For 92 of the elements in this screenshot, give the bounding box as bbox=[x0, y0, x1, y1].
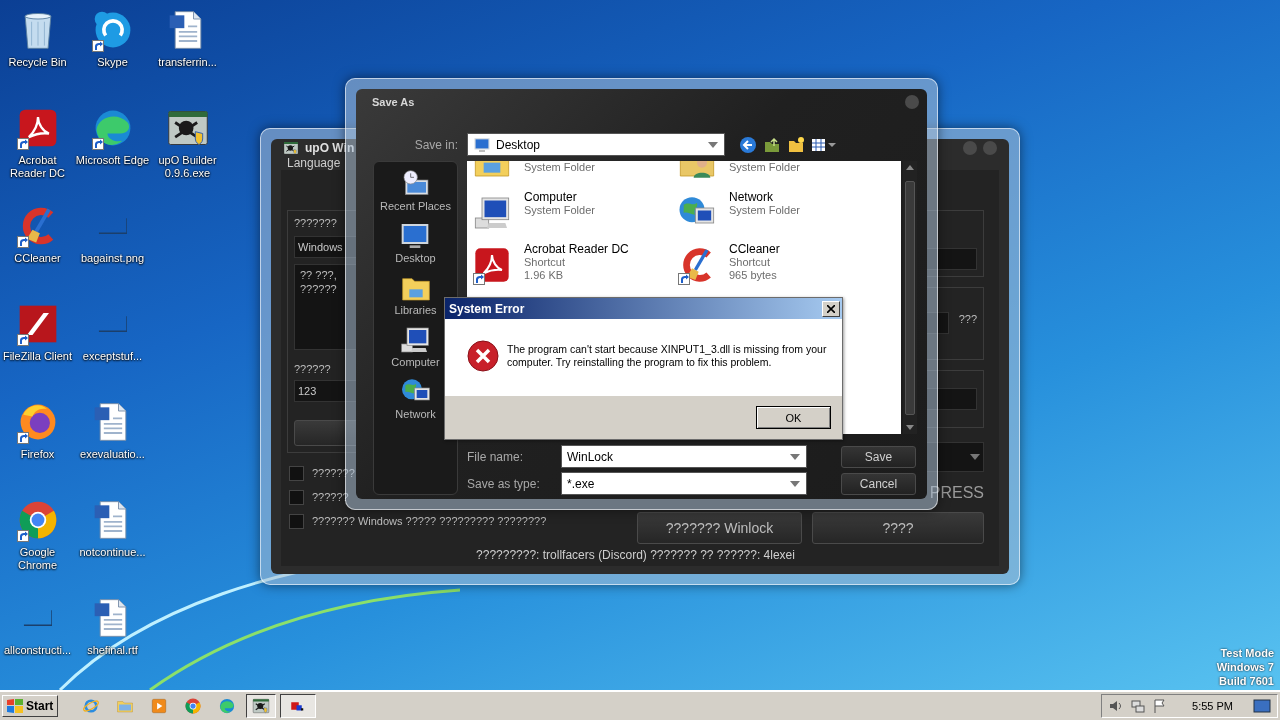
media-player-icon bbox=[150, 697, 169, 715]
error-icon bbox=[467, 339, 499, 372]
file-detail: System Folder bbox=[729, 204, 800, 217]
dialog-title: Save As bbox=[372, 96, 416, 108]
save-button[interactable]: Save bbox=[841, 445, 916, 468]
file-name-field[interactable]: WinLock bbox=[561, 445, 807, 468]
desktop-icon-label[interactable]: exceptstuf... bbox=[82, 350, 143, 363]
location-dropdown[interactable]: Desktop bbox=[467, 133, 725, 156]
place-item[interactable]: Computer bbox=[391, 356, 440, 368]
file-name[interactable]: CCleaner bbox=[729, 243, 780, 256]
view-menu-icon[interactable] bbox=[811, 136, 837, 153]
checkbox[interactable] bbox=[289, 513, 304, 529]
file-type-dropdown[interactable]: *.exe bbox=[561, 472, 807, 495]
desktop-icon-label[interactable]: upO Builder 0.9.6.exe bbox=[158, 154, 217, 180]
file-name[interactable]: Network bbox=[729, 191, 800, 204]
builder-button[interactable]: ???? bbox=[812, 512, 984, 544]
checkbox[interactable] bbox=[289, 489, 304, 505]
desktop-icon-label[interactable]: Acrobat Reader DC bbox=[10, 154, 65, 180]
menu-item[interactable]: Language bbox=[287, 156, 341, 170]
file-detail: 965 bytes bbox=[729, 269, 778, 282]
place-item[interactable]: Network bbox=[395, 408, 436, 420]
desktop-icon-label[interactable]: Recycle Bin bbox=[8, 56, 67, 69]
field-label: ??? bbox=[958, 312, 977, 326]
desktop-icon-label[interactable]: FileZilla Client bbox=[2, 350, 73, 363]
scrollbar[interactable] bbox=[903, 161, 917, 434]
cancel-button[interactable]: Cancel bbox=[841, 472, 916, 495]
dialog-title: System Error bbox=[449, 301, 526, 316]
desktop-icon-label[interactable]: allconstructi... bbox=[3, 644, 72, 657]
computer-icon bbox=[399, 324, 432, 356]
edition-notice: Test Mode bbox=[1220, 646, 1274, 660]
desktop-icon-label[interactable]: Skype bbox=[97, 56, 128, 69]
file-detail: Shortcut bbox=[524, 256, 566, 269]
browser-icon bbox=[82, 697, 101, 715]
desktop-icon-label[interactable]: bagainst.png bbox=[81, 252, 144, 265]
skull-icon bbox=[252, 697, 271, 715]
show-desktop-icon bbox=[1253, 699, 1271, 713]
desktop-icon-label[interactable]: transferrin... bbox=[158, 56, 217, 69]
monitor-icon bbox=[473, 135, 491, 154]
folder-up-icon[interactable] bbox=[763, 135, 781, 154]
window-button[interactable] bbox=[905, 95, 919, 109]
new-folder-icon[interactable] bbox=[787, 135, 805, 154]
file-detail: System Folder bbox=[524, 204, 595, 217]
browser-icon bbox=[184, 697, 203, 715]
file-name[interactable]: Computer bbox=[524, 191, 595, 204]
window-button[interactable] bbox=[963, 140, 977, 155]
message-line: ?????? bbox=[300, 282, 337, 296]
start-button[interactable]: Start bbox=[2, 695, 59, 717]
file-detail: Shortcut bbox=[729, 256, 771, 269]
desktop-icon-label[interactable]: exevaluatio... bbox=[80, 448, 145, 461]
network-icon bbox=[1130, 698, 1147, 714]
back-icon[interactable] bbox=[739, 135, 757, 154]
checkbox[interactable] bbox=[289, 465, 304, 481]
desktop-icon-label[interactable]: Microsoft Edge bbox=[75, 154, 150, 167]
windows-flag-icon bbox=[7, 699, 23, 713]
desktop-icon-label[interactable]: CCleaner bbox=[14, 252, 61, 265]
field-label: ??????? bbox=[294, 216, 337, 230]
caret-icon bbox=[790, 453, 800, 460]
builder-button[interactable]: ??????? Winlock bbox=[637, 512, 802, 544]
ok-button[interactable]: OK bbox=[756, 406, 831, 429]
taskbar-button[interactable] bbox=[280, 694, 317, 718]
place-item[interactable]: Libraries bbox=[394, 304, 437, 316]
desktop-icon-label[interactable]: Google Chrome bbox=[17, 546, 58, 572]
caret-icon bbox=[708, 141, 718, 148]
browser-icon bbox=[218, 697, 237, 715]
edition-notice: Build 7601 bbox=[1218, 674, 1274, 688]
field-label: ?????? bbox=[294, 362, 331, 376]
message-line: ?? ???, bbox=[300, 268, 337, 282]
place-item[interactable]: Recent Places bbox=[380, 200, 451, 212]
edition-notice: Windows 7 bbox=[1216, 660, 1274, 674]
pdf-reader-icon bbox=[472, 245, 512, 285]
window-button[interactable] bbox=[983, 140, 997, 155]
file-name[interactable]: Acrobat Reader DC bbox=[524, 243, 629, 256]
taskbar-button[interactable] bbox=[246, 694, 277, 718]
field-label: Save in: bbox=[413, 137, 458, 152]
caret-icon bbox=[790, 480, 800, 487]
scroll-down-icon bbox=[906, 425, 914, 430]
field-label: Save as type: bbox=[467, 476, 541, 491]
file-detail: System Folder bbox=[524, 161, 595, 174]
credits-text: ?????????: trollfacers (Discord) ??????? ?? ??????: 4lexei bbox=[475, 547, 796, 564]
field-label: File name: bbox=[467, 449, 525, 464]
desktop-icon-label[interactable]: Firefox bbox=[20, 448, 55, 461]
place-item[interactable]: Desktop bbox=[395, 252, 436, 264]
scroll-thumb[interactable] bbox=[905, 180, 915, 415]
file-detail: System Folder bbox=[729, 161, 800, 174]
close-button[interactable] bbox=[822, 300, 840, 317]
desktop-icon-label[interactable]: notcontinue... bbox=[79, 546, 146, 559]
close-icon bbox=[827, 304, 835, 313]
error-message: The program can't start because XINPUT1_3.dll is missing from your computer. Try reinstalling the program to fix this problem. bbox=[507, 342, 828, 369]
caret-icon bbox=[970, 454, 980, 460]
checkbox-label: ??????? Windows ????? ????????? ???????? bbox=[312, 515, 547, 527]
file-detail: 1.96 KB bbox=[524, 269, 565, 282]
clock[interactable]: 5:55 PM bbox=[1192, 700, 1233, 712]
